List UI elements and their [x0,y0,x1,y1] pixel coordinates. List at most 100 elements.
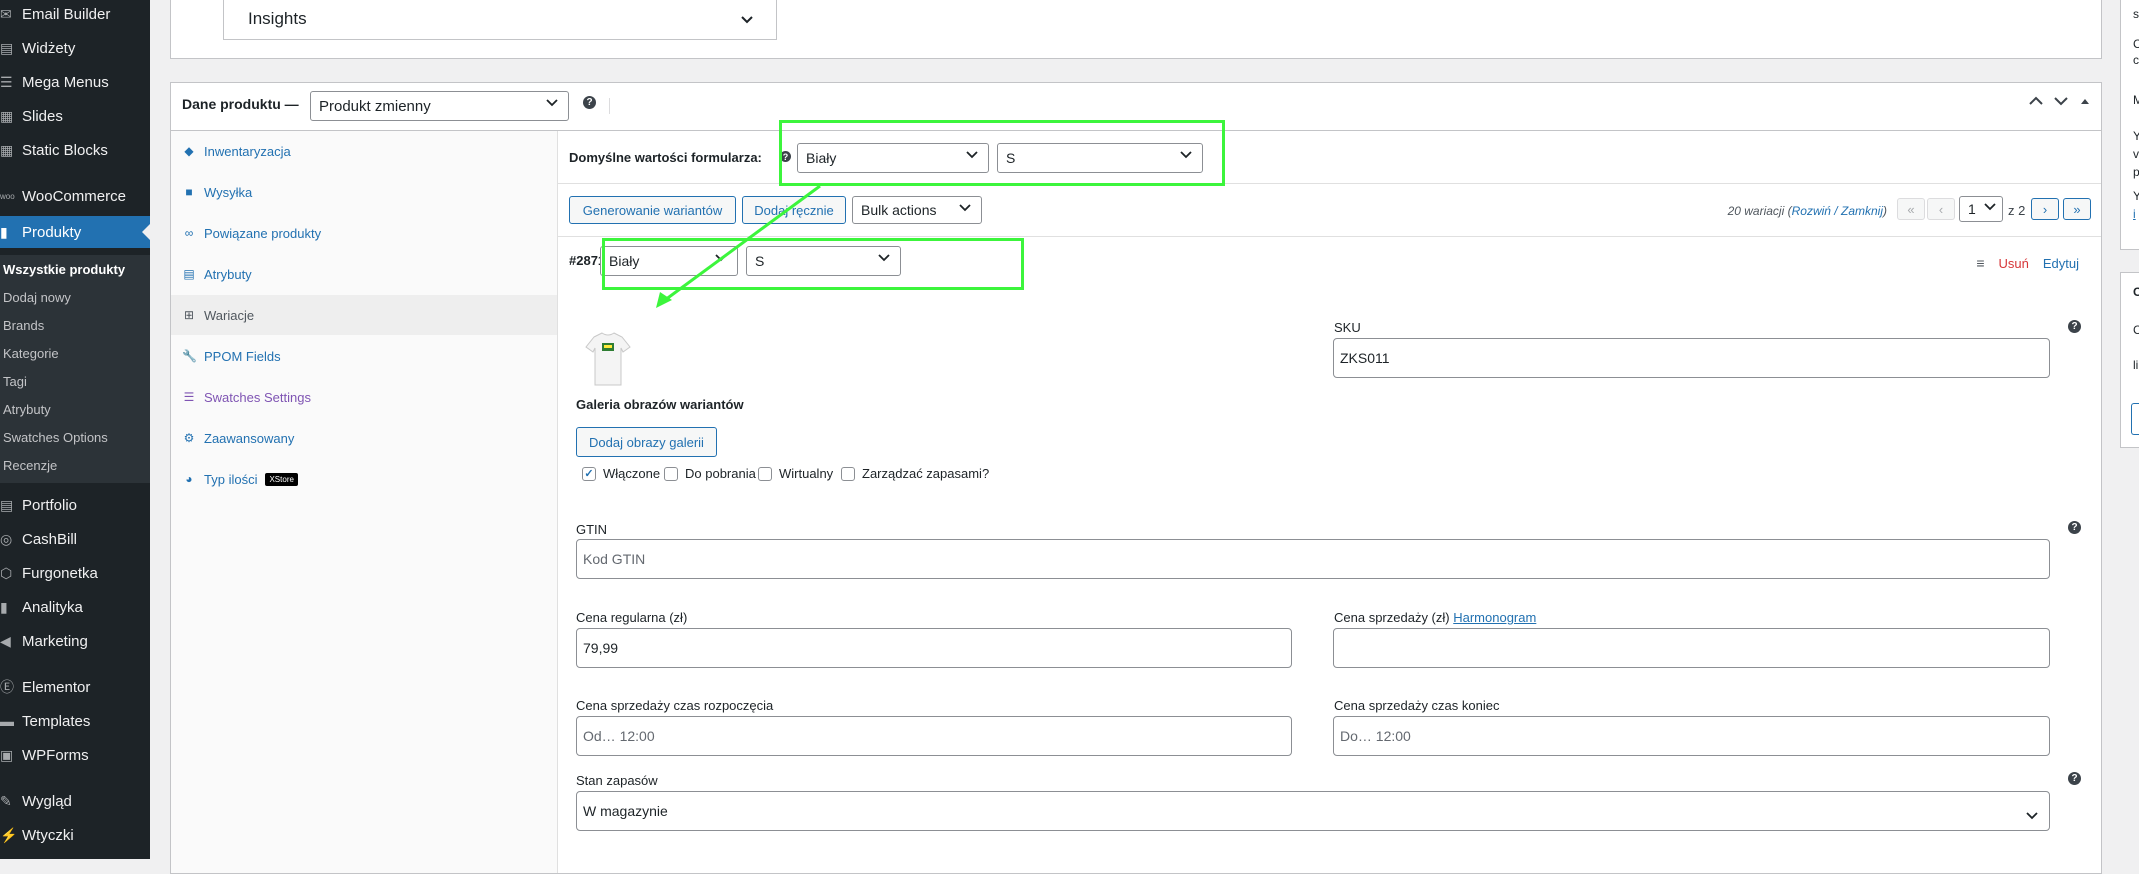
panel-text: C [2133,37,2139,51]
submenu-categories[interactable]: Kategorie [3,346,59,361]
add-gallery-images-button[interactable]: Dodaj obrazy galerii [576,427,717,457]
default-color-select[interactable]: Biały [797,143,989,173]
menu-marketing[interactable]: ◀ Marketing [0,627,150,655]
sale-price-input[interactable] [1333,628,2050,668]
submenu-attributes[interactable]: Atrybuty [3,402,51,417]
menu-templates[interactable]: ▬ Templates [0,707,150,735]
add-manually-button[interactable]: Dodaj ręcznie [742,196,846,224]
tab-inventory[interactable]: ◆ Inwentaryzacja [171,131,557,171]
sale-start-input[interactable]: Od… 12:00 [576,716,1292,756]
first-page-button[interactable]: « [1897,198,1925,220]
page-select-value: 1 [1968,201,1976,217]
checkbox-unchecked[interactable] [664,466,678,481]
regular-price-input[interactable]: 79,99 [576,628,1292,668]
panel-button[interactable] [2131,403,2139,435]
menu-slides[interactable]: ▦ Slides [0,102,150,130]
menu-products[interactable]: ▮ Produkty [0,216,150,248]
gtin-placeholder: Kod GTIN [583,551,646,567]
checkbox-unchecked[interactable] [841,466,855,481]
menu-static-blocks[interactable]: ▦ Static Blocks [0,136,150,164]
manage-stock-checkbox[interactable]: Zarządzać zapasami? [841,466,989,481]
checkbox-unchecked[interactable] [758,466,772,481]
help-icon[interactable]: ? [583,96,596,109]
chevron-down-icon [1984,202,1996,214]
menu-label: Static Blocks [22,141,108,159]
submenu-brands[interactable]: Brands [3,318,44,333]
chevron-down-icon [878,253,890,265]
toggle-panel-icon[interactable] [2079,94,2091,112]
variation-size-select[interactable]: S [746,246,901,276]
prev-page-button[interactable]: ‹ [1927,198,1955,220]
default-form-values-row: Domyślne wartości formularza: ? Biały S [558,131,2101,184]
collapse-all-link[interactable]: Zamknij [1841,204,1883,218]
downloadable-checkbox[interactable]: Do pobrania [664,466,756,481]
virtual-checkbox[interactable]: Wirtualny [758,466,833,481]
menu-plugins[interactable]: ⚡ Wtyczki [0,821,150,849]
bulk-actions-select[interactable]: Bulk actions [852,196,982,224]
default-size-select[interactable]: S [997,143,1203,173]
tab-advanced[interactable]: ⚙ Zaawansowany [171,418,557,458]
stock-status-select[interactable]: W magazynie [576,791,2050,831]
variation-image[interactable] [576,327,640,391]
help-icon[interactable]: ? [2068,320,2081,333]
menu-mega-menus[interactable]: ☰ Mega Menus [0,68,150,96]
tab-attributes[interactable]: ▤ Atrybuty [171,254,557,294]
product-type-select[interactable]: Produkt zmienny [310,91,569,121]
tab-shipping[interactable]: ■ Wysyłka [171,172,557,212]
tab-swatches-settings[interactable]: ☰ Swatches Settings [171,377,557,417]
variation-header[interactable]: #2871 Biały S ≡ Usuń Edytuj [558,237,2101,289]
tab-ppom-fields[interactable]: 🔧 PPOM Fields [171,336,557,376]
megaphone-icon: ◀ [0,632,11,649]
submenu-reviews[interactable]: Recenzje [3,458,57,473]
chevron-down-icon [966,150,978,162]
schedule-link[interactable]: Harmonogram [1453,610,1536,625]
tab-linked-products[interactable]: ∞ Powiązane produkty [171,213,557,253]
move-up-icon[interactable] [2028,94,2044,112]
delete-variation-link[interactable]: Usuń [1999,256,2029,271]
menu-analytics[interactable]: ▮ Analityka [0,593,150,621]
submenu-swatches-options[interactable]: Swatches Options [3,430,108,445]
menu-cashbill[interactable]: ◎ CashBill [0,525,150,553]
checkbox-checked[interactable]: ✓ [582,466,596,481]
variation-color-select[interactable]: Biały [600,246,738,276]
tab-quantity-type[interactable]: ◕ Typ ilości XStore [171,459,557,499]
right-side-panel: s C c M Y v p Y i [2120,0,2139,250]
help-icon[interactable]: ? [2068,772,2081,785]
help-icon[interactable]: ? [2068,521,2081,534]
menu-appearance[interactable]: ✎ Wygląd [0,787,150,815]
stock-status-label: Stan zapasów [576,773,658,788]
drag-handle-icon[interactable]: ≡ [1976,255,1984,271]
page-select[interactable]: 1 [1959,196,2003,222]
tab-variations[interactable]: ⊞ Wariacje [171,295,557,335]
submenu-tags[interactable]: Tagi [3,374,27,389]
tab-label: Zaawansowany [204,430,295,446]
move-down-icon[interactable] [2053,94,2069,112]
product-data-header: Dane produktu — Produkt zmienny ? [171,83,2101,131]
insights-dropdown[interactable]: Insights [223,0,777,40]
menu-portfolio[interactable]: ▤ Portfolio [0,491,150,519]
menu-email-builder[interactable]: ✉ Email Builder [0,0,150,28]
gtin-input[interactable]: Kod GTIN [576,539,2050,579]
menu-wpforms[interactable]: ▣ WPForms [0,741,150,769]
expand-all-link[interactable]: Rozwiń [1792,204,1831,218]
forms-icon: ▣ [0,746,14,763]
templates-icon: ▬ [0,713,14,729]
menu-woocommerce[interactable]: woo WooCommerce [0,182,150,210]
submenu-add-new[interactable]: Dodaj nowy [3,290,71,305]
menu-widgets[interactable]: ▤ Widżety [0,34,150,62]
enabled-checkbox[interactable]: ✓ Włączone [582,466,660,481]
products-icon: ▮ [0,223,8,240]
menu-label: Wygląd [22,792,72,810]
generate-variations-button[interactable]: Generowanie wariantów [569,196,736,224]
sale-end-input[interactable]: Do… 12:00 [1333,716,2050,756]
help-icon[interactable]: ? [780,151,791,162]
menu-furgonetka[interactable]: ⬡ Furgonetka [0,559,150,587]
last-page-button[interactable]: » [2063,198,2091,220]
checkbox-label: Wirtualny [779,466,834,481]
sku-input[interactable]: ZKS011 [1333,338,2050,378]
submenu-all-products[interactable]: Wszystkie produkty [3,262,125,277]
edit-variation-link[interactable]: Edytuj [2043,256,2079,271]
menu-elementor[interactable]: Ⓔ Elementor [0,673,150,701]
next-page-button[interactable]: › [2031,198,2059,220]
panel-link[interactable]: i [2133,207,2136,221]
